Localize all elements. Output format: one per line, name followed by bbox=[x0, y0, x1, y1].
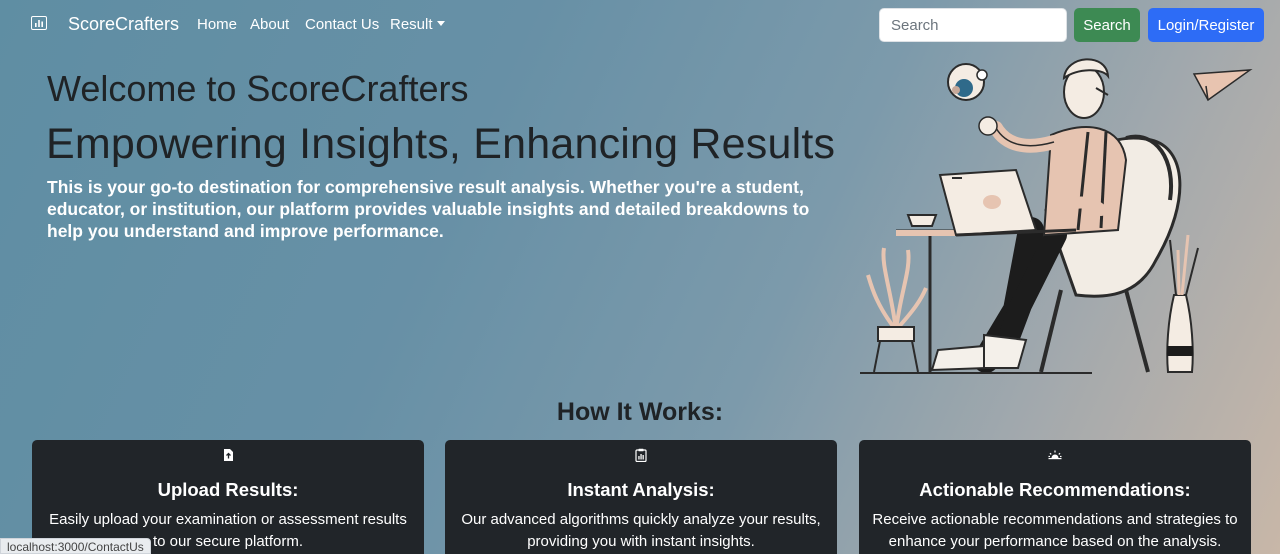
chevron-down-icon bbox=[436, 21, 445, 26]
card-title: Instant Analysis: bbox=[567, 479, 715, 500]
clipboard-data-icon bbox=[635, 448, 647, 462]
nav-link-about[interactable]: About bbox=[250, 16, 289, 33]
paper-plane-icon bbox=[1192, 69, 1253, 102]
file-upload-icon bbox=[224, 449, 233, 461]
sunrise-icon bbox=[1048, 450, 1062, 460]
globe-icon bbox=[947, 63, 988, 101]
status-bar-url: localhost:3000/ContactUs bbox=[0, 538, 151, 554]
hero-description: This is your go-to destination for compr… bbox=[47, 177, 810, 241]
vase-icon bbox=[1166, 234, 1199, 373]
nav-dropdown-result-label: Result bbox=[390, 16, 433, 33]
card-title: Upload Results: bbox=[157, 479, 299, 500]
card-actionable-recommendations: Actionable Recommendations: Receive acti… bbox=[859, 440, 1251, 554]
nav-link-home[interactable]: Home bbox=[197, 16, 237, 33]
how-it-works-heading: How It Works: bbox=[556, 398, 724, 426]
card-text: Our advanced algorithms quickly analyze … bbox=[461, 511, 821, 550]
hero-subtitle: Empowering Insights, Enhancing Results bbox=[46, 120, 836, 168]
login-register-button[interactable]: Login/Register bbox=[1148, 8, 1264, 42]
search-button[interactable]: Search bbox=[1074, 8, 1140, 42]
bar-chart-icon[interactable] bbox=[31, 16, 47, 30]
nav-link-contact-us[interactable]: Contact Us bbox=[305, 16, 379, 33]
search-input[interactable] bbox=[879, 8, 1067, 42]
hero-title: Welcome to ScoreCrafters bbox=[47, 68, 469, 109]
card-upload-results: Upload Results: Easily upload your exami… bbox=[32, 440, 424, 554]
navbar: ScoreCrafters Home About Contact Us Resu… bbox=[0, 0, 1280, 50]
nav-dropdown-result[interactable]: Result bbox=[390, 16, 445, 33]
card-title: Actionable Recommendations: bbox=[919, 479, 1191, 500]
card-text: Receive actionable recommendations and s… bbox=[872, 511, 1238, 550]
plant-left-icon bbox=[866, 247, 928, 373]
person-with-laptop-illustration bbox=[860, 58, 1253, 374]
card-instant-analysis: Instant Analysis: Our advanced algorithm… bbox=[445, 440, 837, 554]
brand-name[interactable]: ScoreCrafters bbox=[68, 14, 179, 35]
